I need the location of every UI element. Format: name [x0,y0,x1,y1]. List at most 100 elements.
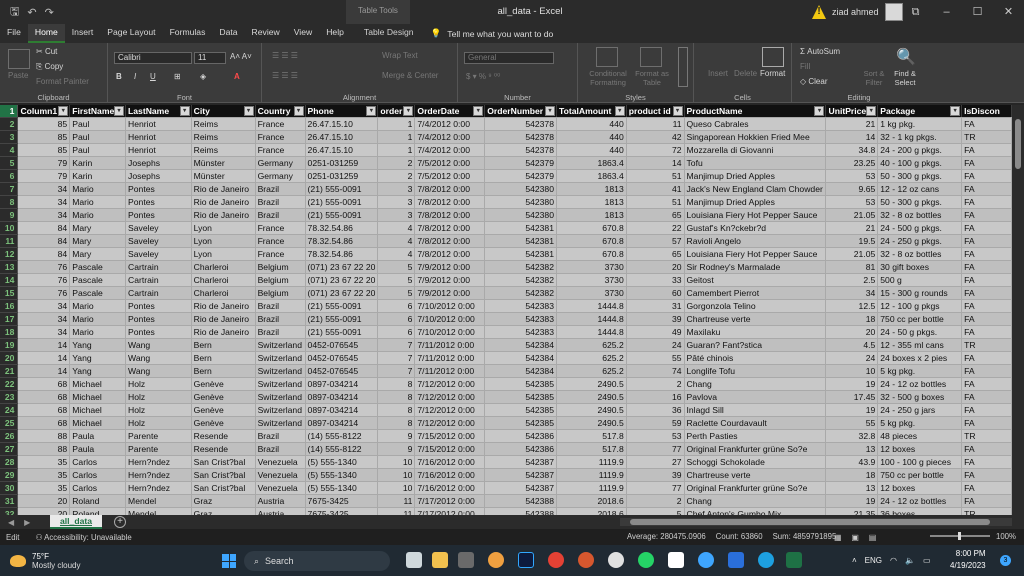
table-cell[interactable]: 40 - 100 g pkgs. [877,156,963,171]
table-cell[interactable]: 8 [377,416,416,431]
filter-dropdown-icon[interactable]: ▾ [179,106,190,116]
table-cell[interactable]: (21) 555-0091 [305,325,379,340]
table-cell[interactable]: FA [961,442,1012,457]
format-cells-button[interactable]: Format [760,69,785,78]
table-cell[interactable]: Manjimup Dried Apples [684,169,827,184]
column-header[interactable]: LastName ▾ [125,105,192,119]
column-header[interactable]: ProductName ▾ [684,105,827,119]
column-header[interactable]: product id ▾ [626,105,685,119]
table-cell[interactable]: Henriot [125,143,192,158]
table-cell[interactable]: 542385 [484,416,557,431]
table-cell[interactable]: 39 [626,468,685,483]
table-cell[interactable]: 39 [626,312,685,327]
table-cell[interactable]: 3730 [556,273,627,288]
table-cell[interactable]: 68 [17,416,71,431]
table-cell[interactable]: Brazil [255,299,306,314]
table-cell[interactable]: 1444.8 [556,299,627,314]
table-cell[interactable]: FA [961,234,1012,249]
table-cell[interactable]: 42 [626,130,685,145]
table-cell[interactable]: 32 - 8 oz bottles [877,247,963,262]
table-cell[interactable]: Belgium [255,260,306,275]
table-cell[interactable]: Pontes [125,195,192,210]
wifi-icon[interactable]: ◠ [890,556,897,565]
table-cell[interactable]: 20 [626,260,685,275]
table-cell[interactable]: 10 [825,364,879,379]
table-cell[interactable]: Venezuela [255,481,306,496]
tell-me-box[interactable]: 💡 Tell me what you want to do [431,24,554,43]
table-cell[interactable]: 670.8 [556,234,627,249]
table-cell[interactable]: 27 [626,455,685,470]
table-cell[interactable]: 26.47.15.10 [305,117,379,132]
table-cell[interactable]: 81 [825,260,879,275]
format-painter-button[interactable]: Format Painter [36,77,89,86]
table-cell[interactable]: Chang [684,377,827,392]
table-cell[interactable]: 542387 [484,481,557,496]
row-number[interactable]: 13 [0,260,19,275]
row-number[interactable]: 29 [0,468,19,483]
horizontal-scrollbar[interactable] [620,518,1012,526]
table-cell[interactable]: 30 gift boxes [877,260,963,275]
table-cell[interactable]: 440 [556,143,627,158]
table-cell[interactable]: FA [961,468,1012,483]
row-number[interactable]: 8 [0,195,19,210]
table-cell[interactable]: FA [961,182,1012,197]
table-cell[interactable]: FA [961,494,1012,509]
currency-icon[interactable]: $ ▾ % ⁹ ⁰⁰ [466,72,500,81]
table-cell[interactable]: (14) 555-8122 [305,442,379,457]
table-cell[interactable]: FA [961,143,1012,158]
table-cell[interactable]: 21.35 [825,507,879,515]
table-cell[interactable]: 7/11/2012 0:00 [414,351,486,366]
file-explorer-icon[interactable] [432,552,448,568]
table-cell[interactable]: 0897-034214 [305,416,379,431]
table-cell[interactable]: Switzerland [255,416,306,431]
clear-button[interactable]: ◇ Clear [800,77,828,86]
row-number[interactable]: 20 [0,351,19,366]
table-cell[interactable]: 60 [626,286,685,301]
accessibility-status[interactable]: ⚇ Accessibility: Unavailable [35,533,131,542]
table-cell[interactable]: 12 boxes [877,481,963,496]
table-cell[interactable]: 5 [626,507,685,515]
row-number[interactable]: 27 [0,442,19,457]
table-cell[interactable]: FA [961,247,1012,262]
table-cell[interactable]: 0452-076545 [305,364,379,379]
table-cell[interactable]: Ravioli Angelo [684,234,827,249]
table-cell[interactable]: 32.8 [825,429,879,444]
table-cell[interactable]: 542382 [484,286,557,301]
table-cell[interactable]: Mary [69,234,127,249]
table-cell[interactable]: 7/8/2012 0:00 [414,208,486,223]
table-cell[interactable]: 65 [626,247,685,262]
table-cell[interactable]: Pontes [125,182,192,197]
table-cell[interactable]: 542381 [484,221,557,236]
zoom-knob[interactable] [958,532,961,540]
table-cell[interactable]: 542382 [484,260,557,275]
row-number[interactable]: 1 [0,105,19,119]
table-cell[interactable]: Bern [191,351,256,366]
table-cell[interactable]: 21 [825,117,879,132]
table-cell[interactable]: FA [961,156,1012,171]
table-cell[interactable]: Mendel [125,507,192,515]
font-size-grow-icon[interactable]: A˄ A˅ [230,52,252,61]
table-cell[interactable]: Austria [255,507,306,515]
filter-dropdown-icon[interactable]: ▾ [814,106,825,116]
sheet-tab-all-data[interactable]: all_data [50,515,102,529]
table-cell[interactable]: (21) 555-0091 [305,299,379,314]
table-cell[interactable]: Michael [69,403,127,418]
column-header[interactable]: Phone ▾ [305,105,379,119]
horizontal-scroll-thumb[interactable] [630,519,990,525]
table-cell[interactable]: Saveley [125,247,192,262]
table-cell[interactable]: 542379 [484,169,557,184]
table-cell[interactable]: 542387 [484,455,557,470]
table-cell[interactable]: 34 [17,182,71,197]
row-number[interactable]: 23 [0,390,19,405]
table-cell[interactable]: 55 [825,416,879,431]
table-cell[interactable]: 41 [626,182,685,197]
table-cell[interactable]: 59 [626,416,685,431]
table-cell[interactable]: Josephs [125,156,192,171]
table-cell[interactable]: FA [961,195,1012,210]
table-cell[interactable]: Paul [69,117,127,132]
row-number[interactable]: 22 [0,377,19,392]
column-header[interactable]: City ▾ [191,105,256,119]
table-cell[interactable]: Switzerland [255,351,306,366]
row-number[interactable]: 30 [0,481,19,496]
table-cell[interactable]: 18 [825,468,879,483]
